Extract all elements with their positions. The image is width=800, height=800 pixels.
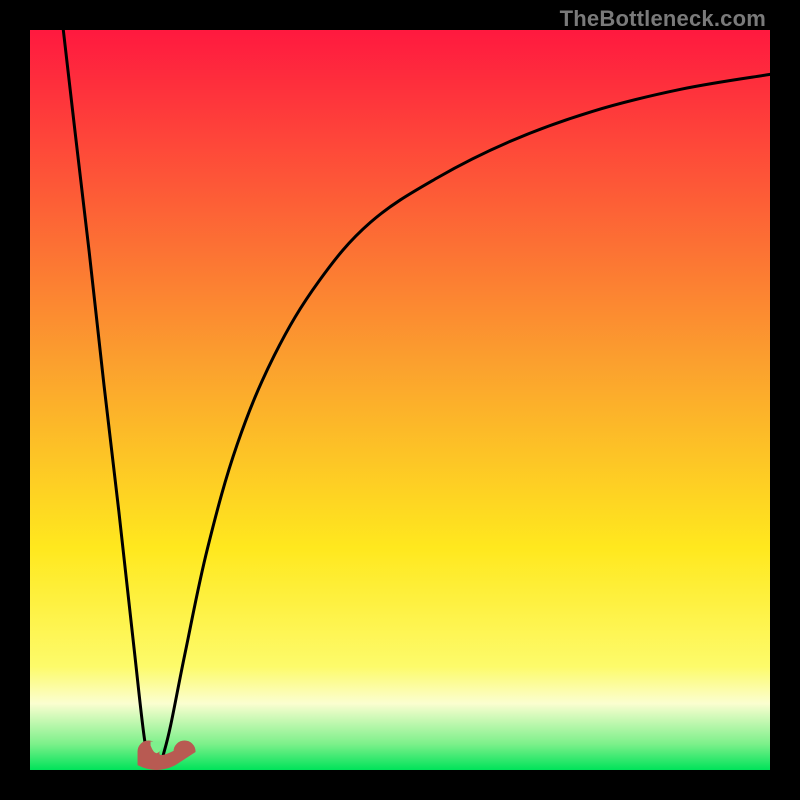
chart-svg <box>30 30 770 770</box>
plot-area <box>30 30 770 770</box>
chart-frame: TheBottleneck.com <box>0 0 800 800</box>
gradient-background <box>30 30 770 770</box>
watermark-label: TheBottleneck.com <box>560 6 766 32</box>
